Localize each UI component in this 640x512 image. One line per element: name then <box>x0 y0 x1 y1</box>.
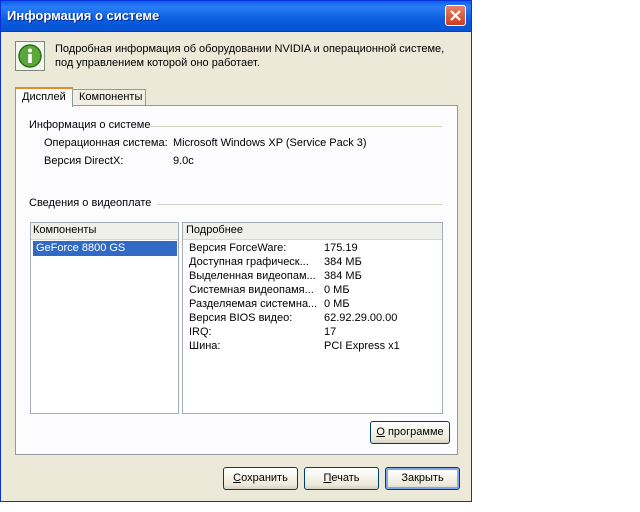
details-list-header[interactable]: Подробнее <box>183 223 442 240</box>
detail-label: Версия BIOS видео: <box>189 312 293 324</box>
group-divider <box>157 204 442 205</box>
tab-components[interactable]: Компоненты <box>72 89 146 106</box>
detail-label: Доступная графическ... <box>189 256 309 268</box>
close-window-button[interactable] <box>445 5 466 26</box>
video-info-group-title: Сведения о видеоплате <box>29 197 152 209</box>
close-button[interactable]: Закрыть <box>385 467 460 490</box>
detail-value: 0 МБ <box>324 298 350 310</box>
os-label: Операционная система: <box>44 137 168 149</box>
components-list-header[interactable]: Компоненты <box>31 223 178 240</box>
detail-value: 384 МБ <box>324 256 362 268</box>
about-accel: О <box>376 426 385 438</box>
detail-value: 384 МБ <box>324 270 362 282</box>
group-divider <box>149 126 442 127</box>
system-info-group-title: Информация о системе <box>29 119 151 131</box>
close-label: Закрыть <box>401 472 444 484</box>
list-item[interactable]: GeForce 8800 GS <box>33 241 177 256</box>
detail-value: 0 МБ <box>324 284 350 296</box>
components-list[interactable]: Компоненты GeForce 8800 GS <box>30 222 179 414</box>
detail-value: 175.19 <box>324 242 358 254</box>
tab-display[interactable]: Дисплей <box>15 87 73 107</box>
save-button[interactable]: Сохранить <box>223 467 298 490</box>
header-description: Подробная информация об оборудовании NVI… <box>55 43 445 69</box>
about-label: программе <box>384 426 444 438</box>
details-header-label: Подробнее <box>186 224 244 236</box>
about-button[interactable]: О программе <box>370 421 450 444</box>
directx-value: 9.0c <box>173 155 194 167</box>
tab-components-label: Компоненты <box>79 91 143 103</box>
detail-value: 62.92.29.00.00 <box>324 312 398 324</box>
directx-label: Версия DirectX: <box>44 155 124 167</box>
details-list[interactable]: Подробнее Версия ForceWare: 175.19 Досту… <box>182 222 443 414</box>
tab-display-label: Дисплей <box>22 91 66 103</box>
system-info-window: Информация о системе Подробная информаци… <box>0 0 472 502</box>
detail-label: Разделяемая системна... <box>189 298 318 310</box>
os-value: Microsoft Windows XP (Service Pack 3) <box>173 137 367 149</box>
detail-label: Версия ForceWare: <box>189 242 287 254</box>
save-label: охранить <box>241 472 288 484</box>
window-title: Информация о системе <box>7 8 160 23</box>
detail-value: PCI Express x1 <box>324 340 400 352</box>
detail-label: Выделенная видеопам... <box>189 270 316 282</box>
save-accel: С <box>233 472 242 484</box>
print-button[interactable]: Печать <box>304 467 379 490</box>
info-icon <box>15 41 45 71</box>
title-bar[interactable]: Информация о системе <box>1 1 471 32</box>
detail-value: 17 <box>324 326 337 338</box>
detail-label: Системная видеопамя... <box>189 284 314 296</box>
print-label: ечать <box>331 472 360 484</box>
components-header-label: Компоненты <box>33 224 97 236</box>
close-icon <box>450 10 461 21</box>
detail-label: IRQ: <box>189 326 212 338</box>
detail-label: Шина: <box>189 340 221 352</box>
